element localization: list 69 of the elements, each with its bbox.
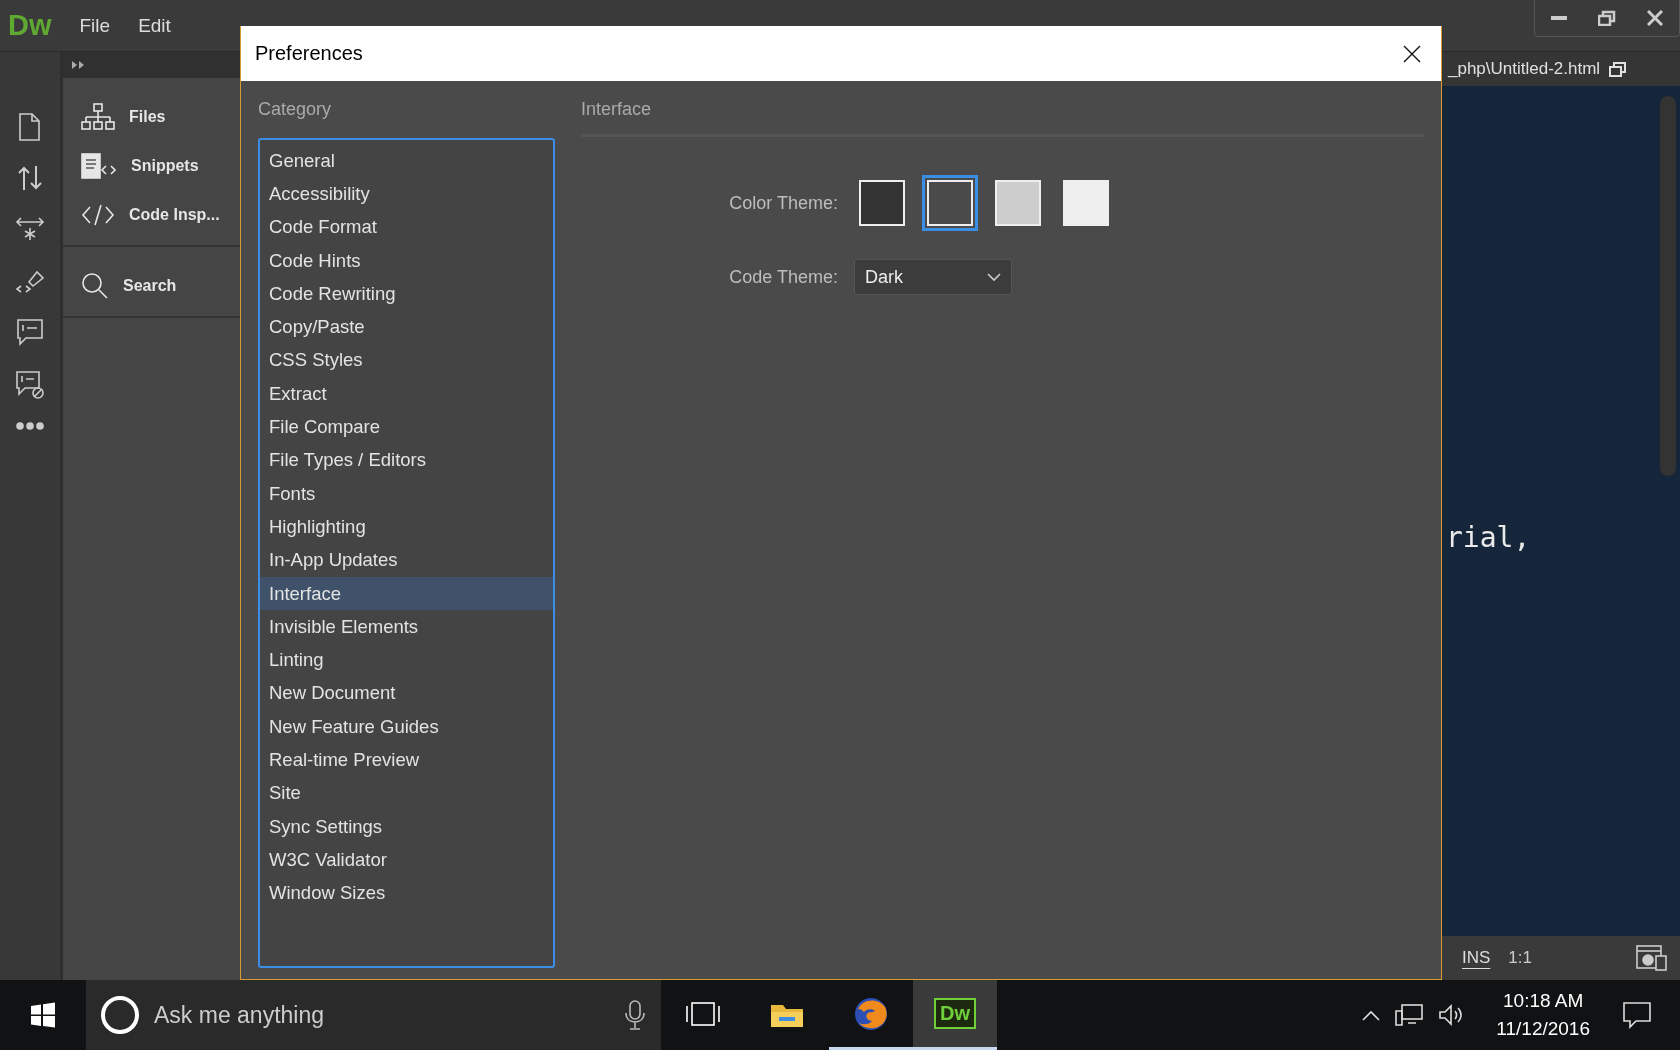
dialog-title: Preferences bbox=[255, 42, 363, 65]
restore-icon[interactable] bbox=[1598, 10, 1616, 26]
comment-block-icon bbox=[15, 370, 45, 400]
category-item[interactable]: Code Format bbox=[260, 210, 553, 244]
category-item[interactable]: General bbox=[260, 144, 553, 178]
taskbar-button[interactable]: Dw bbox=[913, 980, 997, 1050]
panel-item[interactable]: Files bbox=[63, 92, 241, 141]
insert-mode[interactable]: INS bbox=[1462, 948, 1491, 968]
cursor-position: 1:1 bbox=[1508, 948, 1532, 968]
search-icon bbox=[81, 271, 109, 300]
sitemap-icon bbox=[81, 102, 115, 131]
category-item[interactable]: Fonts bbox=[260, 476, 553, 511]
minimize-icon[interactable] bbox=[1550, 15, 1568, 21]
chevron-down-icon bbox=[987, 272, 1001, 282]
app-logo: Dw bbox=[7, 9, 53, 42]
cortana-icon bbox=[100, 995, 140, 1035]
category-item[interactable]: Highlighting bbox=[260, 510, 553, 544]
more-icon bbox=[15, 422, 45, 430]
clock-time[interactable]: 10:18 AM bbox=[1503, 987, 1584, 1015]
volume-icon bbox=[1438, 1003, 1465, 1027]
field-label: Color Theme: bbox=[729, 192, 838, 214]
panel-item[interactable]: Snippets bbox=[63, 141, 241, 190]
close-icon[interactable] bbox=[1403, 44, 1421, 63]
category-item[interactable]: Interface bbox=[260, 576, 553, 611]
category-item[interactable]: Code Rewriting bbox=[260, 277, 553, 311]
menu-item[interactable]: Edit bbox=[124, 10, 185, 41]
category-item[interactable]: Window Sizes bbox=[260, 876, 553, 910]
category-item[interactable]: File Types / Editors bbox=[260, 443, 553, 477]
notification-icon bbox=[1622, 1001, 1652, 1029]
network-icon bbox=[1394, 1003, 1425, 1027]
category-item[interactable]: Accessibility bbox=[260, 177, 553, 211]
document-icon bbox=[17, 112, 43, 142]
category-heading: Category bbox=[258, 99, 333, 121]
category-item[interactable]: CSS Styles bbox=[260, 343, 553, 378]
app-icon[interactable]: Dw bbox=[934, 998, 976, 1029]
code-icon bbox=[81, 202, 115, 227]
chevron-up-icon bbox=[1362, 1009, 1381, 1021]
panel-item[interactable]: Code Insp... bbox=[63, 190, 241, 239]
panel-item[interactable]: Search bbox=[63, 261, 241, 310]
category-item[interactable]: Site bbox=[260, 776, 553, 810]
category-item[interactable]: Invisible Elements bbox=[260, 610, 553, 644]
category-item[interactable]: Extract bbox=[260, 377, 553, 411]
file-path: _php\Untitled-2.html bbox=[1448, 59, 1601, 79]
code-theme-dropdown[interactable]: Dark bbox=[854, 259, 1012, 295]
theme-swatch[interactable] bbox=[922, 175, 978, 231]
category-item[interactable]: W3C Validator bbox=[260, 843, 553, 877]
snippet-icon bbox=[81, 151, 117, 180]
comment-icon bbox=[16, 318, 44, 348]
expand-icon bbox=[71, 60, 85, 70]
task-view-icon bbox=[685, 1000, 721, 1027]
section-title: Interface bbox=[581, 99, 653, 121]
windows-logo-icon bbox=[30, 1002, 56, 1028]
category-item[interactable]: New Document bbox=[260, 676, 553, 711]
category-item[interactable]: File Compare bbox=[260, 410, 553, 444]
code-text: rial, bbox=[1446, 521, 1531, 554]
microphone-icon bbox=[623, 999, 647, 1031]
category-item[interactable]: Real-time Preview bbox=[260, 743, 553, 777]
restore-icon bbox=[1608, 60, 1629, 78]
category-item[interactable]: Copy/Paste bbox=[260, 310, 553, 344]
category-item[interactable]: Linting bbox=[260, 643, 553, 677]
category-item[interactable]: Sync Settings bbox=[260, 809, 553, 844]
field-label: Code Theme: bbox=[729, 266, 838, 288]
menu-item[interactable]: File bbox=[65, 10, 125, 41]
category-item[interactable]: In-App Updates bbox=[260, 543, 553, 577]
transfer-icon bbox=[16, 164, 44, 192]
category-item[interactable]: Code Hints bbox=[260, 243, 553, 278]
category-item[interactable]: New Feature Guides bbox=[260, 710, 553, 744]
clock-date[interactable]: 11/12/2016 bbox=[1496, 1015, 1590, 1043]
device-preview-icon bbox=[1636, 944, 1668, 972]
